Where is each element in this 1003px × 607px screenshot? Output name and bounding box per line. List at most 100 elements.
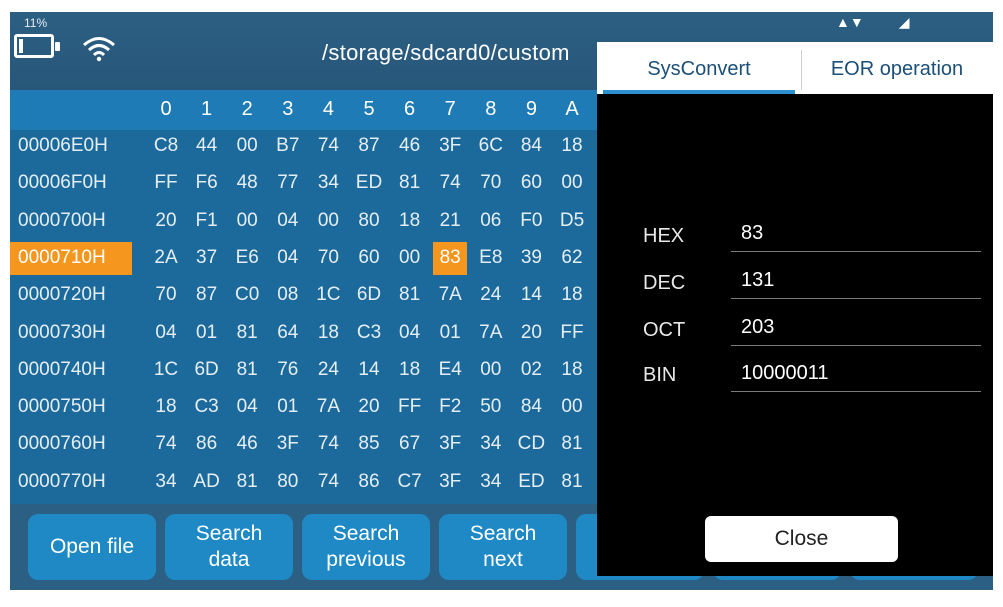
hex-cell[interactable]: FF [149,167,183,200]
hex-cell[interactable]: F1 [190,205,224,238]
hex-cell[interactable]: 18 [555,130,589,163]
bin-field[interactable]: 10000011 [731,360,981,392]
hex-cell[interactable]: 44 [190,130,224,163]
hex-cell[interactable]: 80 [271,466,305,499]
hex-cell[interactable]: 81 [555,466,589,499]
tab-sysconvert[interactable]: SysConvert [603,42,795,94]
hex-cell[interactable]: 04 [271,242,305,275]
hex-cell[interactable]: 3F [433,428,467,461]
hex-cell[interactable]: C8 [149,130,183,163]
hex-cell[interactable]: ED [352,167,386,200]
row-address[interactable]: 0000770H [10,466,132,499]
hex-cell[interactable]: 74 [311,466,345,499]
row-address[interactable]: 0000730H [10,317,132,350]
hex-cell[interactable]: 00 [555,391,589,424]
hex-cell[interactable]: 00 [555,167,589,200]
hex-cell[interactable]: D5 [555,205,589,238]
hex-cell[interactable]: 14 [514,279,548,312]
row-address[interactable]: 0000760H [10,428,132,461]
search-data-button[interactable]: Search data [165,514,293,580]
row-address[interactable]: 0000700H [10,205,132,238]
hex-cell[interactable]: 46 [393,130,427,163]
hex-cell[interactable]: 62 [555,242,589,275]
hex-cell[interactable]: 18 [555,354,589,387]
hex-cell[interactable]: 24 [311,354,345,387]
hex-cell[interactable]: 7A [311,391,345,424]
hex-cell[interactable]: F6 [190,167,224,200]
hex-cell[interactable]: 04 [149,317,183,350]
hex-cell[interactable]: 7A [433,279,467,312]
hex-cell[interactable]: 86 [190,428,224,461]
hex-cell[interactable]: 04 [230,391,264,424]
hex-cell[interactable]: C3 [190,391,224,424]
hex-cell[interactable]: 39 [514,242,548,275]
hex-cell[interactable]: 00 [393,242,427,275]
hex-cell[interactable]: 48 [230,167,264,200]
hex-cell[interactable]: 21 [433,205,467,238]
row-address[interactable]: 0000740H [10,354,132,387]
hex-cell[interactable]: 00 [311,205,345,238]
hex-cell[interactable]: 02 [514,354,548,387]
hex-cell[interactable]: 74 [149,428,183,461]
hex-cell[interactable]: 3F [271,428,305,461]
hex-cell[interactable]: 81 [230,317,264,350]
hex-cell[interactable]: 6C [474,130,508,163]
hex-cell[interactable]: 50 [474,391,508,424]
hex-cell[interactable]: E6 [230,242,264,275]
hex-cell[interactable]: 04 [393,317,427,350]
hex-cell[interactable]: 6D [190,354,224,387]
hex-cell[interactable]: 18 [311,317,345,350]
hex-cell[interactable]: 00 [474,354,508,387]
hex-field[interactable]: 83 [731,220,981,252]
hex-cell[interactable]: C3 [352,317,386,350]
hex-cell[interactable]: 86 [352,466,386,499]
hex-cell[interactable]: 08 [271,279,305,312]
hex-cell[interactable]: E8 [474,242,508,275]
hex-cell[interactable]: 81 [393,167,427,200]
hex-cell[interactable]: 74 [311,428,345,461]
hex-cell[interactable]: 3F [433,130,467,163]
open-file-button[interactable]: Open file [28,514,156,580]
hex-cell[interactable]: 18 [393,205,427,238]
hex-cell[interactable]: 77 [271,167,305,200]
hex-cell[interactable]: 7A [474,317,508,350]
hex-cell[interactable]: ED [514,466,548,499]
row-address[interactable]: 00006F0H [10,167,132,200]
row-address[interactable]: 00006E0H [10,130,132,163]
hex-cell[interactable]: 37 [190,242,224,275]
hex-cell[interactable]: 3F [433,466,467,499]
hex-cell[interactable]: 84 [514,130,548,163]
hex-cell[interactable]: 6D [352,279,386,312]
hex-cell[interactable]: 87 [352,130,386,163]
hex-cell[interactable]: CD [514,428,548,461]
hex-cell[interactable]: 24 [474,279,508,312]
hex-cell[interactable]: 18 [555,279,589,312]
hex-cell[interactable]: 01 [190,317,224,350]
hex-cell[interactable]: 67 [393,428,427,461]
hex-cell[interactable]: F2 [433,391,467,424]
hex-cell[interactable]: F0 [514,205,548,238]
hex-cell[interactable]: 87 [190,279,224,312]
hex-cell[interactable]: 20 [352,391,386,424]
hex-cell[interactable]: 00 [230,130,264,163]
hex-cell[interactable]: 64 [271,317,305,350]
hex-cell[interactable]: C7 [393,466,427,499]
hex-cell[interactable]: 76 [271,354,305,387]
hex-cell[interactable]: 81 [230,466,264,499]
close-button[interactable]: Close [705,516,898,562]
hex-cell[interactable]: 46 [230,428,264,461]
hex-cell[interactable]: 2A [149,242,183,275]
hex-cell[interactable]: 74 [311,130,345,163]
hex-cell[interactable]: 81 [555,428,589,461]
hex-cell[interactable]: 34 [311,167,345,200]
hex-cell[interactable]: 85 [352,428,386,461]
row-address[interactable]: 0000710H [10,241,132,275]
hex-cell[interactable]: 34 [149,466,183,499]
hex-cell[interactable]: 14 [352,354,386,387]
row-address[interactable]: 0000720H [10,279,132,312]
selected-hex-cell[interactable]: 83 [433,241,468,275]
search-previous-button[interactable]: Search previous [302,514,430,580]
hex-cell[interactable]: 80 [352,205,386,238]
hex-cell[interactable]: 06 [474,205,508,238]
hex-cell[interactable]: 81 [393,279,427,312]
